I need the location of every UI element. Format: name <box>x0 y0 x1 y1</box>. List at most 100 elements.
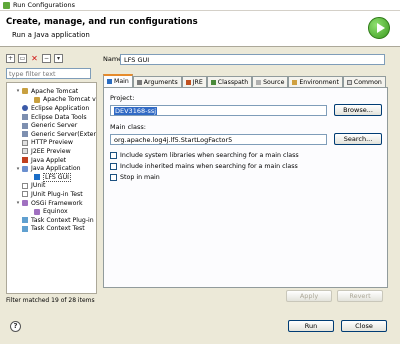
filter-menu-icon[interactable]: ▾ <box>54 54 63 63</box>
tree-item-label: J2EE Preview <box>31 147 71 155</box>
tree-item-label: Generic Server(Extern <box>31 130 97 138</box>
html-icon <box>22 139 28 146</box>
tree-item-label: Task Context Test <box>31 225 85 233</box>
delete-config-icon[interactable]: ✕ <box>30 54 39 63</box>
tree-item-label: Generic Server <box>31 122 78 130</box>
tree-item[interactable]: Eclipse Application <box>7 104 96 113</box>
tab-source-icon <box>256 79 262 85</box>
tree-item-label: Eclipse Application <box>31 104 90 112</box>
tab-source[interactable]: Source <box>252 76 289 87</box>
configuration-tree[interactable]: ▾ Apache Tomcat Apache Tomcat v Eclipse App… <box>6 82 97 294</box>
main-class-label: Main class: <box>110 123 146 131</box>
main-class-field[interactable]: org.apache.log4j.lf5.StartLogFactor5 <box>110 134 327 145</box>
tab-label: Arguments <box>143 78 178 86</box>
tree-item[interactable]: ▾ OSGi Framework <box>7 199 96 208</box>
editor-tabs: Main Arguments JRE Classpath Source Environme… <box>103 74 388 87</box>
server-icon <box>22 122 28 129</box>
tab-classpath[interactable]: Classpath <box>206 76 253 87</box>
tree-item[interactable]: Generic Server(Extern <box>7 130 96 139</box>
tab-label: Main <box>114 78 129 85</box>
duplicate-config-icon[interactable]: ▭ <box>18 54 27 63</box>
checkbox-box <box>110 152 117 159</box>
tab-main[interactable]: Main <box>103 74 133 87</box>
tab-common-icon <box>346 79 352 85</box>
configuration-list-pane: + ▭ ✕ − ▾ ▾Apache TomcatApache Tomcat vE… <box>6 52 97 309</box>
stop-in-main-checkbox[interactable]: Stop in main <box>110 173 160 182</box>
tab-main-icon <box>107 79 112 84</box>
checkbox-label: Stop in main <box>120 174 160 181</box>
tree-item[interactable]: JUnit Plug-in Test <box>7 190 96 199</box>
tab-arguments-icon <box>136 79 142 85</box>
osgi-icon <box>34 208 40 215</box>
server-icon <box>22 114 28 121</box>
tab-label: Classpath <box>217 78 249 86</box>
applet-icon <box>22 157 28 164</box>
checkbox-box <box>110 163 117 170</box>
tree-item-label: Task Context Plug-in <box>31 216 94 224</box>
tab-label: Environment <box>299 78 339 86</box>
project-label: Project: <box>110 94 135 102</box>
tree-item[interactable]: LFS GUI <box>7 172 96 182</box>
search-button[interactable]: Search... <box>334 133 382 145</box>
name-field[interactable]: LFS GUI <box>120 53 385 65</box>
tree-item[interactable]: Java Applet <box>7 156 96 165</box>
project-field[interactable]: DEV3168-ssj <box>110 105 327 116</box>
configuration-editor: Name: LFS GUI Main Arguments JRE Classpath S… <box>103 52 393 309</box>
project-value: DEV3168-ssj <box>114 107 158 115</box>
run-icon <box>368 17 390 39</box>
dialog-footer: ? Run Close <box>0 315 400 344</box>
include-inherited-mains-checkbox[interactable]: Include inherited mains when searching f… <box>110 162 298 171</box>
header-subtitle: Run a Java application <box>12 31 90 39</box>
tree-item-label: Apache Tomcat v <box>43 96 96 104</box>
checkbox-box <box>110 174 117 181</box>
tree-item[interactable]: HTTP Preview <box>7 139 96 148</box>
tab-classpath-icon <box>210 79 216 85</box>
junit-icon <box>22 191 28 198</box>
config-toolbar: + ▭ ✕ − ▾ <box>6 52 97 65</box>
revert-button[interactable]: Revert <box>337 290 383 302</box>
tree-item-label: LFS GUI <box>43 172 71 182</box>
tab-environment[interactable]: Environment <box>288 76 343 87</box>
tree-item-label: JUnit <box>31 182 46 190</box>
tab-jre-icon <box>185 79 191 85</box>
tree-item[interactable]: Task Context Plug-in <box>7 216 96 225</box>
tree-item[interactable]: Eclipse Data Tools <box>7 113 96 122</box>
tab-jre[interactable]: JRE <box>181 76 207 87</box>
tree-item[interactable]: J2EE Preview <box>7 147 96 156</box>
expand-twisty-icon[interactable]: ▾ <box>15 88 21 94</box>
name-label: Name: <box>103 55 125 63</box>
new-config-icon[interactable]: + <box>6 54 15 63</box>
run-button[interactable]: Run <box>288 320 334 332</box>
tree-item[interactable]: Apache Tomcat v <box>7 96 96 105</box>
tab-arguments[interactable]: Arguments <box>132 76 182 87</box>
tab-common[interactable]: Common <box>342 76 386 87</box>
filter-input[interactable] <box>6 68 91 79</box>
checkbox-label: Include inherited mains when searching f… <box>120 163 298 170</box>
tree-item[interactable]: JUnit <box>7 182 96 191</box>
apply-button[interactable]: Apply <box>286 290 332 302</box>
browse-button[interactable]: Browse... <box>334 104 382 116</box>
include-system-libraries-checkbox[interactable]: Include system libraries when searching … <box>110 151 299 160</box>
tree-item-label: Java Application <box>31 165 81 173</box>
help-icon[interactable]: ? <box>10 321 21 332</box>
eclipse-icon <box>22 105 28 112</box>
tree-item[interactable]: ▾ Java Application <box>7 164 96 173</box>
task-icon <box>22 217 28 224</box>
close-button[interactable]: Close <box>341 320 387 332</box>
expand-twisty-icon[interactable]: ▾ <box>15 166 21 172</box>
tree-item-label: Eclipse Data Tools <box>31 113 87 121</box>
collapse-all-icon[interactable]: − <box>42 54 51 63</box>
expand-twisty-icon[interactable]: ▾ <box>15 200 21 206</box>
title-bar: Run Configurations <box>0 0 400 11</box>
tree-item[interactable]: Generic Server <box>7 121 96 130</box>
junit-icon <box>22 182 28 189</box>
tree-item[interactable]: ▾ Apache Tomcat <box>7 87 96 96</box>
osgi-icon <box>22 200 28 207</box>
tab-label: Common <box>353 78 382 86</box>
tab-label: Source <box>263 78 285 86</box>
main-tab-panel: Project: DEV3168-ssj Browse... Main clas… <box>103 87 388 288</box>
tree-item-label: Apache Tomcat <box>31 87 79 95</box>
tree-item[interactable]: Equinox <box>7 207 96 216</box>
tree-item[interactable]: Task Context Test <box>7 225 96 234</box>
tomcat-icon <box>22 88 28 95</box>
